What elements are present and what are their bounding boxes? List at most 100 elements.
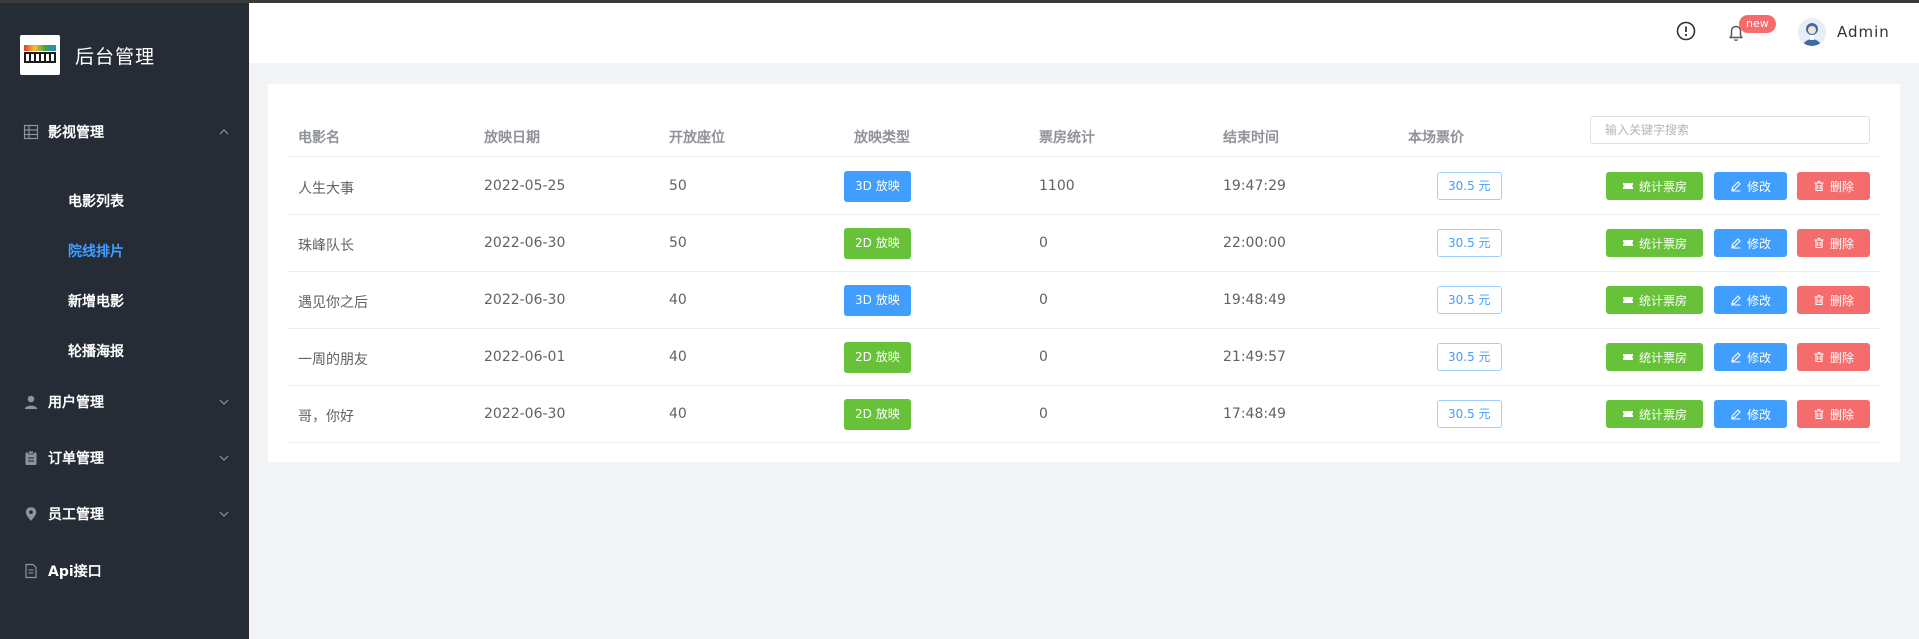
column-header: 放映日期 xyxy=(484,130,540,146)
show-date: 2022-06-01 xyxy=(484,349,566,365)
avatar[interactable] xyxy=(1798,18,1826,46)
menu-group-label: 用户管理 xyxy=(48,395,104,411)
edit-button[interactable]: 修改 xyxy=(1714,400,1787,428)
sidebar: 后台管理 影视管理 电影列表 院线排片 新增电影 轮播海报 用户管理 订单管理 … xyxy=(0,3,249,639)
delete-button-label: 删除 xyxy=(1829,350,1854,365)
document-icon xyxy=(25,563,37,579)
stat-box-office-button[interactable]: 统计票房 xyxy=(1606,343,1703,371)
end-time: 17:48:49 xyxy=(1223,406,1286,422)
stat-box-office-button[interactable]: 统计票房 xyxy=(1606,286,1703,314)
table-row: 一周的朋友 2022-06-01 40 2D 放映 0 21:49:57 30.… xyxy=(288,329,1880,386)
trash-icon xyxy=(1814,351,1824,363)
delete-button-label: 删除 xyxy=(1829,407,1854,422)
sidebar-item-schedule[interactable]: 院线排片 xyxy=(68,241,124,261)
chevron-down-icon xyxy=(219,399,229,405)
end-time: 19:48:49 xyxy=(1223,292,1286,308)
stat-box-office-button[interactable]: 统计票房 xyxy=(1606,229,1703,257)
trash-icon xyxy=(1814,180,1824,192)
menu-group-user[interactable]: 用户管理 xyxy=(0,382,249,422)
box-office: 1100 xyxy=(1039,178,1075,194)
film-name: 哥，你好 xyxy=(298,409,354,425)
film-name: 一周的朋友 xyxy=(298,352,368,368)
show-type-tag: 2D 放映 xyxy=(844,228,911,259)
chevron-down-icon xyxy=(219,455,229,461)
chevron-up-icon xyxy=(219,129,229,135)
user-icon xyxy=(24,395,38,409)
sidebar-item-film-list[interactable]: 电影列表 xyxy=(68,191,124,211)
sidebar-item-add-film[interactable]: 新增电影 xyxy=(68,291,124,311)
column-header: 电影名 xyxy=(298,130,340,146)
edit-icon xyxy=(1731,181,1741,192)
clipboard-icon xyxy=(25,450,37,465)
table-row: 遇见你之后 2022-06-30 40 3D 放映 0 19:48:49 30.… xyxy=(288,272,1880,329)
open-seats: 40 xyxy=(669,349,687,365)
stat-button-label: 统计票房 xyxy=(1638,293,1687,308)
menu-group-staff[interactable]: 员工管理 xyxy=(0,494,249,534)
column-header: 放映类型 xyxy=(854,130,910,146)
info-icon[interactable] xyxy=(1675,20,1697,42)
menu-group-label: 影视管理 xyxy=(48,125,104,141)
edit-button[interactable]: 修改 xyxy=(1714,172,1787,200)
stat-button-label: 统计票房 xyxy=(1638,350,1687,365)
column-header: 票房统计 xyxy=(1039,130,1095,146)
price-tag: 30.5 元 xyxy=(1437,400,1502,428)
table-row: 哥，你好 2022-06-30 40 2D 放映 0 17:48:49 30.5… xyxy=(288,386,1880,443)
column-header: 开放座位 xyxy=(669,130,725,146)
edit-icon xyxy=(1731,238,1741,249)
delete-button[interactable]: 删除 xyxy=(1797,172,1870,200)
delete-button-label: 删除 xyxy=(1829,236,1854,251)
stat-box-office-button[interactable]: 统计票房 xyxy=(1606,400,1703,428)
stat-button-label: 统计票房 xyxy=(1638,407,1687,422)
delete-button[interactable]: 删除 xyxy=(1797,229,1870,257)
delete-button-label: 删除 xyxy=(1829,293,1854,308)
column-header: 结束时间 xyxy=(1223,130,1279,146)
edit-icon xyxy=(1731,409,1741,420)
show-type-tag: 3D 放映 xyxy=(844,285,911,316)
film-name: 珠峰队长 xyxy=(298,238,354,254)
end-time: 21:49:57 xyxy=(1223,349,1286,365)
price-tag: 30.5 元 xyxy=(1437,229,1502,257)
schedule-table-card: 电影名 放映日期 开放座位 放映类型 票房统计 结束时间 本场票价 人生大事 2… xyxy=(268,84,1900,462)
table-row: 人生大事 2022-05-25 50 3D 放映 1100 19:47:29 3… xyxy=(288,158,1880,215)
delete-button[interactable]: 删除 xyxy=(1797,343,1870,371)
ticket-icon xyxy=(1622,354,1633,360)
avatar-image xyxy=(1803,23,1821,46)
delete-button[interactable]: 删除 xyxy=(1797,400,1870,428)
app-title: 后台管理 xyxy=(75,45,156,68)
table-row: 珠峰队长 2022-06-30 50 2D 放映 0 22:00:00 30.5… xyxy=(288,215,1880,272)
box-office: 0 xyxy=(1039,406,1048,422)
open-seats: 40 xyxy=(669,406,687,422)
open-seats: 50 xyxy=(669,235,687,251)
show-type-tag: 3D 放映 xyxy=(844,171,911,202)
edit-button[interactable]: 修改 xyxy=(1714,286,1787,314)
brand[interactable]: 后台管理 xyxy=(20,35,155,75)
user-name[interactable]: Admin xyxy=(1837,23,1890,41)
logo xyxy=(20,35,60,75)
edit-button[interactable]: 修改 xyxy=(1714,343,1787,371)
menu-group-order[interactable]: 订单管理 xyxy=(0,438,249,478)
open-seats: 50 xyxy=(669,178,687,194)
sidebar-item-banner[interactable]: 轮播海报 xyxy=(68,341,124,361)
edit-button-label: 修改 xyxy=(1746,236,1771,251)
show-date: 2022-05-25 xyxy=(484,178,566,194)
delete-button[interactable]: 删除 xyxy=(1797,286,1870,314)
show-date: 2022-06-30 xyxy=(484,292,566,308)
search-input[interactable] xyxy=(1590,116,1870,144)
trash-icon xyxy=(1814,294,1824,306)
stat-box-office-button[interactable]: 统计票房 xyxy=(1606,172,1703,200)
menu-group-film[interactable]: 影视管理 xyxy=(0,112,249,152)
price-tag: 30.5 元 xyxy=(1437,286,1502,314)
edit-button[interactable]: 修改 xyxy=(1714,229,1787,257)
stat-button-label: 统计票房 xyxy=(1638,236,1687,251)
top-header xyxy=(249,3,1919,63)
show-type-tag: 2D 放映 xyxy=(844,342,911,373)
box-office: 0 xyxy=(1039,349,1048,365)
box-office: 0 xyxy=(1039,292,1048,308)
menu-group-api[interactable]: Api接口 xyxy=(0,551,249,591)
show-type-tag: 2D 放映 xyxy=(844,399,911,430)
ticket-icon xyxy=(1622,183,1633,189)
edit-button-label: 修改 xyxy=(1746,407,1771,422)
edit-button-label: 修改 xyxy=(1746,350,1771,365)
price-tag: 30.5 元 xyxy=(1437,172,1502,200)
edit-icon xyxy=(1731,352,1741,363)
